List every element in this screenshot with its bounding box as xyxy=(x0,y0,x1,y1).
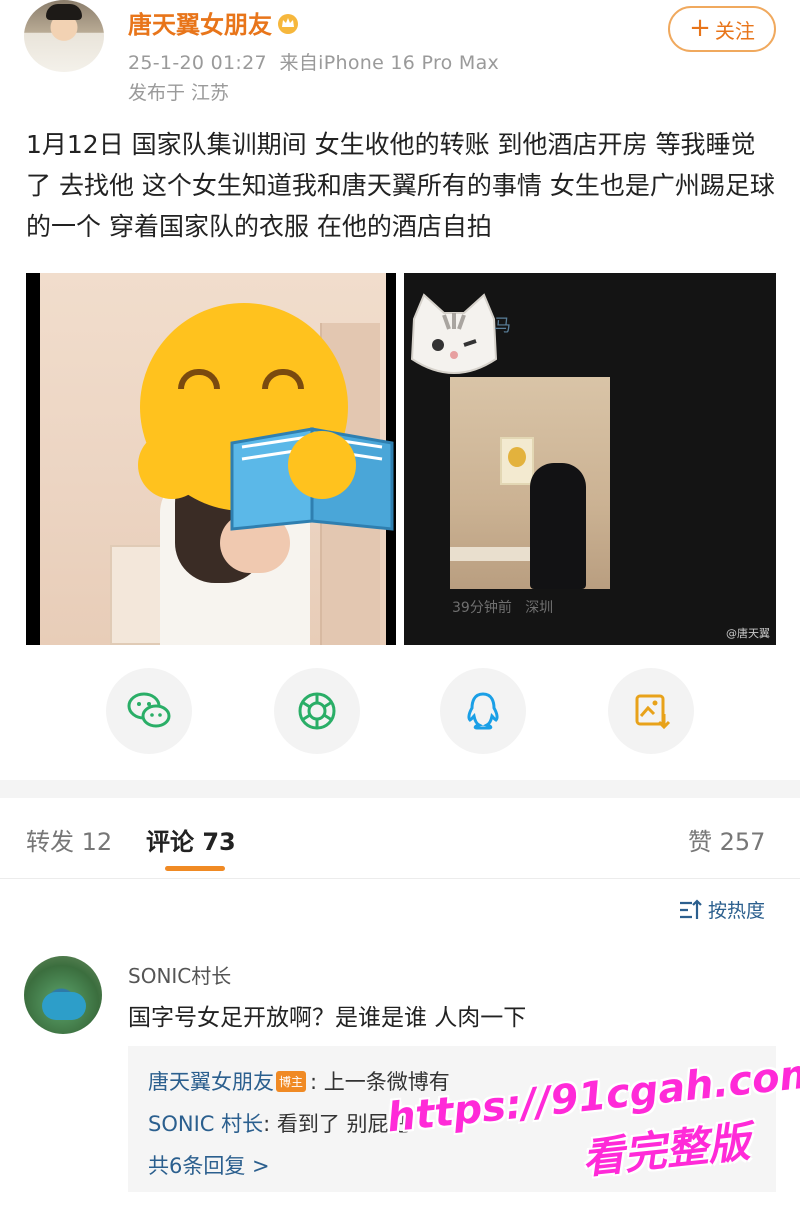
person-figure xyxy=(530,463,586,589)
emoji-hand-left xyxy=(138,431,206,499)
image-time: 39分钟前 xyxy=(452,600,512,616)
author-badge: 博主 xyxy=(276,1070,307,1092)
emoji-eye-left xyxy=(178,369,220,389)
post-source: 来自iPhone 16 Pro Max xyxy=(279,52,500,74)
mirror-selfie xyxy=(450,377,610,589)
emoji-reading-icon xyxy=(138,303,394,531)
wechat-icon xyxy=(127,692,171,728)
emoji-eye-right xyxy=(262,369,304,389)
save-image-button[interactable] xyxy=(608,668,694,754)
image-city: 深圳 xyxy=(525,600,554,616)
tab-like[interactable]: 赞 257 xyxy=(688,822,765,857)
emoji-hand-right xyxy=(288,431,356,499)
overlay-char: 马 xyxy=(494,316,511,336)
view-more-replies-link[interactable]: 共6条回复 > xyxy=(148,1150,270,1180)
post-image-2[interactable]: 马 39分钟前 深圳 @唐天翼 xyxy=(404,273,776,645)
commenter-avatar[interactable] xyxy=(24,956,102,1034)
qq-icon xyxy=(467,692,499,730)
post-timestamp: 25-1-20 01:27 xyxy=(128,52,267,74)
plus-icon: + xyxy=(689,13,711,43)
tab-comment[interactable]: 评论 73 xyxy=(146,822,236,857)
commenter-name[interactable]: SONIC村长 xyxy=(128,960,231,989)
comment-text: 国字号女足开放啊？是谁是谁 人肉一下 xyxy=(128,1005,527,1031)
image-scene xyxy=(40,273,394,645)
crown-icon xyxy=(278,13,298,34)
image-time-label: 39分钟前 深圳 xyxy=(452,597,553,617)
follow-button[interactable]: + 关注 xyxy=(668,6,776,52)
tab-repost[interactable]: 转发 12 xyxy=(26,822,112,857)
sort-icon xyxy=(680,898,702,919)
image-watermark: @唐天翼 xyxy=(726,627,770,640)
reply-user[interactable]: SONIC 村长 xyxy=(148,1108,263,1138)
active-tab-indicator xyxy=(165,866,225,871)
promo-watermark: https://91cgah.com 看完整版 xyxy=(380,1006,800,1199)
moments-icon xyxy=(298,692,336,730)
reply-user[interactable]: 唐天翼女朋友 xyxy=(148,1066,274,1096)
avatar-hair xyxy=(46,4,82,20)
sort-button[interactable]: 按热度 xyxy=(678,896,765,923)
post-meta: 25-1-20 01:27 来自iPhone 16 Pro Max xyxy=(128,48,499,75)
share-moments-button[interactable] xyxy=(274,668,360,754)
poster-avatar[interactable] xyxy=(24,0,104,72)
section-divider xyxy=(0,780,800,798)
avatar-pool xyxy=(42,992,86,1020)
share-qq-button[interactable] xyxy=(440,668,526,754)
sink-counter xyxy=(450,547,530,561)
wall-painting xyxy=(500,437,534,485)
share-wechat-button[interactable] xyxy=(106,668,192,754)
poster-username[interactable]: 唐天翼女朋友 xyxy=(128,5,300,40)
cat-sticker-icon xyxy=(410,293,498,374)
post-location: 发布于 江苏 xyxy=(128,82,230,104)
post-image-1[interactable] xyxy=(26,273,396,645)
sort-label: 按热度 xyxy=(708,900,766,922)
poster-username-text[interactable]: 唐天翼女朋友 xyxy=(128,5,272,40)
save-image-icon xyxy=(635,694,671,730)
follow-label: 关注 xyxy=(714,18,755,43)
tabs-divider xyxy=(0,878,800,879)
post-body: 1月12日 国家队集训期间 女生收他的转账 到他酒店开房 等我睡觉了 去找他 这… xyxy=(26,130,775,241)
